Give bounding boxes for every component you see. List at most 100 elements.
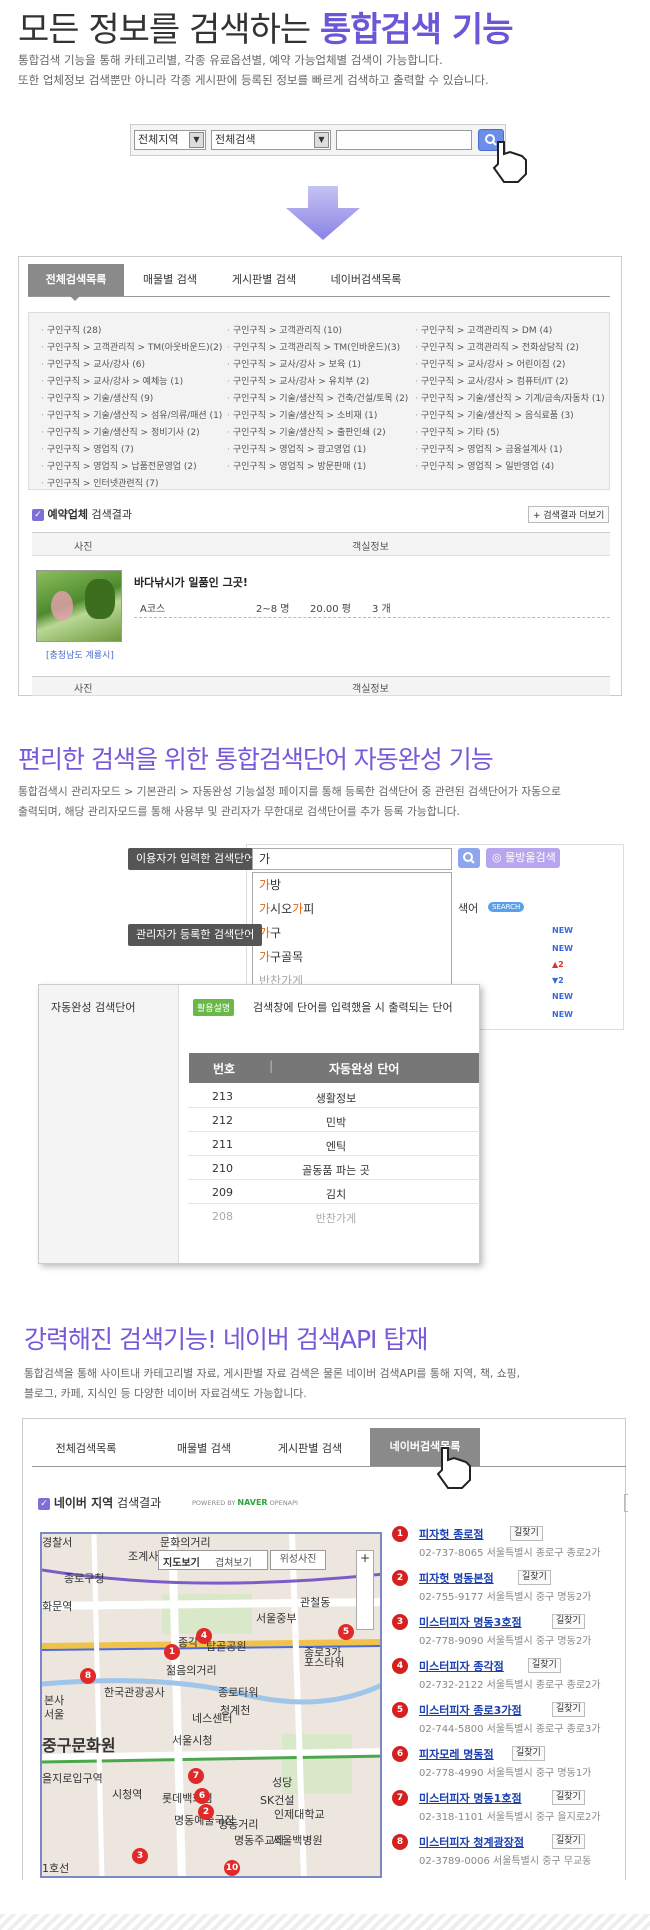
row-word: 골동품 파는 곳	[302, 1164, 370, 1177]
tab-listing-search[interactable]: 매물별 검색	[130, 264, 210, 296]
map-marker[interactable]: 10	[224, 1860, 240, 1876]
zoom-in-icon[interactable]: +	[357, 1551, 373, 1565]
autocomplete-table-row[interactable]: 208 반찬가게	[188, 1204, 480, 1228]
find-way-button[interactable]: 길찾기	[552, 1614, 585, 1629]
region-select[interactable]: 전체지역 ▼	[134, 130, 206, 150]
category-link[interactable]: 구인구직 > 기술/생산직 > 건축/건설/토목 (2)	[227, 391, 408, 404]
map-marker[interactable]: 6	[194, 1788, 210, 1804]
map-marker[interactable]: 2	[198, 1804, 214, 1820]
naver-map[interactable]: 지도보기 겹쳐보기 위성사진 + 문화의거리 종로구청 관철동 조계사 화문역 종각 젊음의…	[40, 1532, 382, 1878]
autocomplete-table-row[interactable]: 211 엔틱	[188, 1132, 480, 1156]
scope-select[interactable]: 전체검색 ▼	[211, 130, 331, 150]
zoom-control[interactable]: +	[356, 1550, 374, 1630]
map-marker[interactable]: 8	[80, 1668, 96, 1684]
category-link[interactable]: 구인구직 > 영업직 > 방문판매 (1)	[227, 459, 366, 472]
category-link[interactable]: 구인구직 > 고객관리직 > TM(인바운드)(3)	[227, 340, 400, 353]
category-link[interactable]: 구인구직 > 기타 (5)	[415, 425, 500, 438]
autocomplete-table-row[interactable]: 213 생활정보	[188, 1084, 480, 1108]
search-input[interactable]	[336, 130, 472, 150]
category-link[interactable]: 구인구직 > 기술/생산직 > 기계/금속/자동차 (1)	[415, 391, 605, 404]
category-link[interactable]: 구인구직 > 교사/강사 > 예체능 (1)	[41, 374, 183, 387]
category-link[interactable]: 구인구직 > 영업직 > 금융설계사 (1)	[415, 442, 563, 455]
listing-photo[interactable]	[36, 570, 122, 642]
result-title-link[interactable]: 미스터피자 명동3호점	[419, 1614, 522, 1630]
find-way-button[interactable]: 길찾기	[528, 1658, 561, 1673]
result-title-link[interactable]: 피자헛 명동본점	[419, 1570, 494, 1586]
map-label: 서울시청	[172, 1734, 213, 1747]
result-title-link[interactable]: 피자헛 종로점	[419, 1526, 484, 1542]
category-link[interactable]: 구인구직 > 기술/생산직 > 소비재 (1)	[227, 408, 378, 421]
category-link[interactable]: 구인구직 > 기술/생산직 > 섬유/의류/패션 (1)	[41, 408, 222, 421]
map-search-button[interactable]: ◎ 물방울검색	[486, 848, 560, 868]
category-link[interactable]: 구인구직 > 영업직 > 광고영업 (1)	[227, 442, 366, 455]
reserve-heading: ✓ 예약업체 검색결과	[32, 506, 132, 522]
category-link[interactable]: 구인구직 > 영업직 > 납품전문영업 (2)	[41, 459, 197, 472]
map-label: 명동거리	[218, 1818, 259, 1831]
checkbox-icon[interactable]: ✓	[38, 1497, 50, 1510]
tab-naver-results[interactable]: 네이버검색목록	[318, 264, 414, 296]
category-link[interactable]: 구인구직 > 고객관리직 > 전화상담직 (2)	[415, 340, 579, 353]
suggestion-item[interactable]: 가구	[253, 921, 451, 945]
result-address: 02-318-1101 서울특별시 중구 을지로2가	[419, 1812, 601, 1823]
map-marker[interactable]: 7	[188, 1768, 204, 1784]
autocomplete-table-row[interactable]: 210 골동품 파는 곳	[188, 1156, 480, 1180]
satellite-button[interactable]: 위성사진	[270, 1550, 326, 1570]
category-link[interactable]: 구인구직 > 기술/생산직 (9)	[41, 391, 153, 404]
category-link[interactable]: 구인구직 > 고객관리직 > TM(아웃바운드)(2)	[41, 340, 222, 353]
category-link[interactable]: 구인구직 > 교사/강사 > 보육 (1)	[227, 357, 361, 370]
map-overlay-button[interactable]: 겹쳐보기	[215, 1554, 252, 1569]
autocomplete-input[interactable]: 가	[252, 848, 452, 870]
category-link[interactable]: 구인구직 > 고객관리직 (10)	[227, 323, 342, 336]
map-marker[interactable]: 1	[164, 1644, 180, 1660]
category-link[interactable]: 구인구직 > 인터넷관련직 (7)	[41, 476, 159, 489]
map-view-button[interactable]: 지도보기	[163, 1554, 200, 1569]
result-title-link[interactable]: 피자모레 명동점	[419, 1746, 494, 1762]
result-title-link[interactable]: 미스터피자 청계광장점	[419, 1834, 524, 1850]
result-title-link[interactable]: 미스터피자 종각점	[419, 1658, 504, 1674]
suggestion-item[interactable]: 가시오가피	[253, 897, 451, 921]
map-marker[interactable]: 5	[338, 1624, 354, 1640]
listing-region[interactable]: [충청남도 계룡시]	[46, 648, 114, 661]
suggestion-item[interactable]: 가구골목	[253, 945, 451, 969]
map-label: 경찰서	[42, 1536, 73, 1549]
tab-board-search[interactable]: 게시판별 검색	[260, 1432, 360, 1466]
find-way-button[interactable]: 길찾기	[552, 1702, 585, 1717]
find-way-button[interactable]: 길찾기	[510, 1526, 543, 1541]
category-link[interactable]: 구인구직 > 교사/강사 > 컴퓨터/IT (2)	[415, 374, 568, 387]
category-link[interactable]: 구인구직 > 영업직 > 일반영업 (4)	[415, 459, 554, 472]
category-link[interactable]: 구인구직 > 기술/생산직 > 출판인쇄 (2)	[227, 425, 386, 438]
chevron-down-icon: ▼	[314, 132, 329, 148]
category-link[interactable]: 구인구직 > 교사/강사 > 유치부 (2)	[227, 374, 369, 387]
new-badge: NEW	[552, 944, 573, 953]
more-results-button[interactable]: + 검색결과 더보기	[528, 506, 610, 523]
tab-all-results[interactable]: 전체검색목록	[28, 264, 124, 296]
suggestion-item[interactable]: 가방	[253, 873, 451, 897]
result-title-link[interactable]: 미스터피자 명동1호점	[419, 1790, 522, 1806]
map-marker[interactable]: 3	[132, 1848, 148, 1864]
result-title-link[interactable]: 미스터피자 종로3가점	[419, 1702, 522, 1718]
category-link[interactable]: 구인구직 (28)	[41, 323, 101, 336]
category-link[interactable]: 구인구직 > 영업직 (7)	[41, 442, 134, 455]
category-link[interactable]: 구인구직 > 기술/생산직 > 음식료품 (3)	[415, 408, 574, 421]
category-link[interactable]: 구인구직 > 기술/생산직 > 정비기사 (2)	[41, 425, 200, 438]
listing-title[interactable]: 바다낚시가 일품인 그곳!	[134, 574, 248, 590]
find-way-button[interactable]: 길찾기	[512, 1746, 545, 1761]
map-label: 중구문화원	[42, 1736, 116, 1755]
map-marker[interactable]: 4	[196, 1628, 212, 1644]
tab-listing-search[interactable]: 매물별 검색	[154, 1432, 254, 1466]
category-link[interactable]: 구인구직 > 교사/강사 (6)	[41, 357, 145, 370]
find-way-button[interactable]: 길찾기	[552, 1834, 585, 1849]
checkbox-icon[interactable]: ✓	[32, 509, 44, 521]
category-link[interactable]: 구인구직 > 고객관리직 > DM (4)	[415, 323, 552, 336]
autocomplete-search-button[interactable]	[458, 848, 480, 868]
category-link[interactable]: 구인구직 > 교사/강사 > 어린이집 (2)	[415, 357, 566, 370]
tab-board-search[interactable]: 게시판별 검색	[216, 264, 312, 296]
find-way-button[interactable]: 길찾기	[518, 1570, 551, 1585]
tab-all-results[interactable]: 전체검색목록	[36, 1432, 136, 1466]
autocomplete-table-row[interactable]: 212 민박	[188, 1108, 480, 1132]
room-course: A코스	[140, 604, 166, 615]
result-marker: 1	[392, 1526, 408, 1542]
powered-by: POWERED BY NAVER OPENAPI	[192, 1498, 298, 1507]
find-way-button[interactable]: 길찾기	[552, 1790, 585, 1805]
autocomplete-table-row[interactable]: 209 김치	[188, 1180, 480, 1204]
